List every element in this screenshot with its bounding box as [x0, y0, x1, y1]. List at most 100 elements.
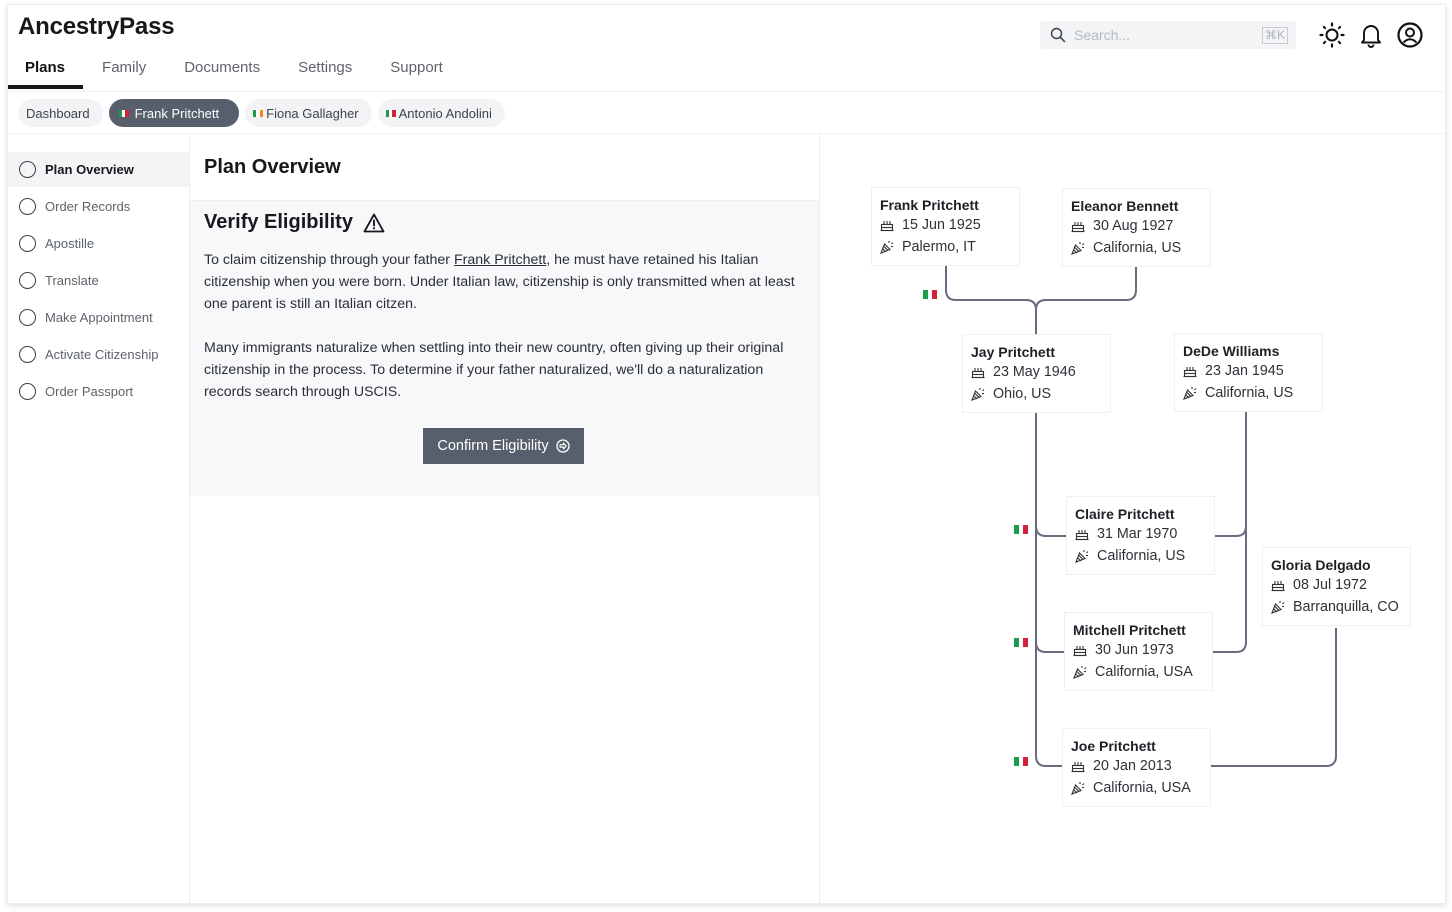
sidebar-item-translate[interactable]: Translate — [8, 263, 189, 298]
bell-icon[interactable] — [1357, 21, 1385, 49]
confirm-eligibility-button[interactable]: Confirm Eligibility — [423, 428, 584, 464]
person-card-jay-pritchett[interactable]: Jay Pritchett 23 May 1946 Ohio, US — [962, 334, 1111, 413]
person-name: Mitchell Pritchett — [1073, 622, 1186, 638]
birth-place: Barranquilla, CO — [1293, 599, 1399, 615]
person-card-eleanor-bennett[interactable]: Eleanor Bennett 30 Aug 1927 California, … — [1062, 188, 1211, 267]
breadcrumb-fiona-gallagher[interactable]: Fiona Gallagher — [245, 99, 372, 127]
connector-grandparents — [1035, 266, 1137, 311]
warning-icon — [363, 213, 385, 233]
person-card-claire-pritchett[interactable]: Claire Pritchett 31 Mar 1970 California,… — [1066, 496, 1215, 575]
tab-family[interactable]: Family — [83, 53, 165, 89]
sidebar-item-label: Activate Citizenship — [45, 347, 159, 362]
person-card-joe-pritchett[interactable]: Joe Pritchett 20 Jan 2013 California, US… — [1062, 728, 1211, 807]
sidebar-item-label: Order Passport — [45, 384, 134, 399]
sidebar-item-order-records[interactable]: Order Records — [8, 189, 189, 224]
birthday-cake-icon — [1183, 364, 1197, 378]
birth-place: California, US — [1097, 548, 1186, 564]
tab-settings[interactable]: Settings — [279, 53, 371, 89]
birth-date: 20 Jan 2013 — [1093, 758, 1172, 774]
birth-date: 30 Jun 1973 — [1095, 642, 1174, 658]
italy-flag-icon — [385, 109, 396, 117]
italy-flag-icon — [118, 109, 129, 117]
birthday-cake-icon — [1073, 643, 1087, 657]
eligibility-paragraph-1: To claim citizenship through your father… — [204, 249, 804, 315]
birth-date: 23 May 1946 — [993, 364, 1076, 380]
tab-documents[interactable]: Documents — [165, 53, 279, 89]
family-tree: Frank Pritchett 15 Jun 1925 Palermo, IT … — [820, 134, 1446, 904]
arrow-circle-right-icon — [555, 439, 570, 453]
sidebar-item-label: Order Records — [45, 199, 131, 214]
party-popper-icon — [971, 387, 985, 401]
breadcrumb-frank-pritchett[interactable]: Frank Pritchett — [108, 99, 240, 127]
sidebar-item-plan-overview[interactable]: Plan Overview — [8, 152, 189, 187]
person-card-mitchell-pritchett[interactable]: Mitchell Pritchett 30 Jun 1973 Californi… — [1064, 612, 1213, 691]
father-link[interactable]: Frank Pritchett — [454, 252, 546, 268]
birth-place: Ohio, US — [993, 386, 1052, 402]
tab-support[interactable]: Support — [371, 53, 462, 89]
birthday-cake-icon — [1071, 759, 1085, 773]
verify-eligibility-card: Verify Eligibility To claim citizenship … — [190, 200, 819, 496]
breadcrumb-label: Fiona Gallagher — [266, 105, 359, 121]
search-bar[interactable]: ⌘K — [1040, 21, 1296, 49]
birth-place: California, USA — [1095, 664, 1193, 680]
sidebar-item-label: Make Appointment — [45, 310, 153, 325]
birth-place: California, US — [1205, 385, 1294, 401]
person-name: Frank Pritchett — [880, 197, 979, 213]
sidebar-item-label: Apostille — [45, 236, 95, 251]
person-name: Gloria Delgado — [1271, 557, 1371, 573]
sidebar-item-order-passport[interactable]: Order Passport — [8, 374, 189, 409]
person-card-dede-williams[interactable]: DeDe Williams 23 Jan 1945 California, US — [1174, 333, 1323, 412]
step-circle-icon — [19, 161, 36, 178]
card-heading-text: Verify Eligibility — [204, 211, 353, 233]
birth-place: California, US — [1093, 240, 1182, 256]
sidebar-item-activate-citizenship[interactable]: Activate Citizenship — [8, 337, 189, 372]
step-circle-icon — [19, 198, 36, 215]
search-input[interactable] — [1074, 27, 1254, 43]
italy-flag-icon — [923, 290, 938, 299]
party-popper-icon — [1271, 600, 1285, 614]
connector-jay-mitchell — [1035, 641, 1064, 653]
tab-plans[interactable]: Plans — [8, 53, 84, 89]
sidebar-item-label: Translate — [45, 273, 99, 288]
birth-place: Palermo, IT — [902, 239, 976, 255]
header-divider — [8, 91, 1445, 92]
app-window: AncestryPass Plans Family Documents Sett… — [7, 4, 1446, 904]
button-label: Confirm Eligibility — [437, 438, 549, 454]
birthday-cake-icon — [971, 365, 985, 379]
birth-date: 31 Mar 1970 — [1097, 526, 1178, 542]
party-popper-icon — [1073, 665, 1087, 679]
connector-dede-children — [1215, 412, 1247, 537]
connector-dede-mitchell — [1213, 526, 1247, 653]
paragraph-text: To claim citizenship through your father — [204, 252, 454, 268]
breadcrumb-dashboard[interactable]: Dashboard — [18, 99, 103, 127]
app-title: AncestryPass — [18, 13, 175, 40]
sun-icon[interactable] — [1318, 21, 1346, 49]
main-content: Plan Overview Verify Eligibility To clai… — [190, 134, 820, 904]
person-card-gloria-delgado[interactable]: Gloria Delgado 08 Jul 1972 Barranquilla,… — [1262, 547, 1411, 626]
step-circle-icon — [19, 272, 36, 289]
breadcrumb-antonio-andolini[interactable]: Antonio Andolini — [377, 99, 505, 127]
breadcrumb-label: Dashboard — [26, 105, 90, 121]
user-circle-icon[interactable] — [1396, 21, 1424, 49]
breadcrumb-label: Frank Pritchett — [134, 105, 220, 121]
sidebar: Plan Overview Order Records Apostille Tr… — [8, 134, 190, 904]
connector-jay-children — [1035, 412, 1062, 767]
search-shortcut-hint: ⌘K — [1261, 26, 1288, 44]
person-name: Jay Pritchett — [971, 344, 1056, 360]
breadcrumb: Dashboard Frank Pritchett Fiona Gallaghe… — [18, 99, 505, 127]
italy-flag-icon — [1014, 525, 1029, 534]
sidebar-item-apostille[interactable]: Apostille — [8, 226, 189, 261]
page-title: Plan Overview — [204, 156, 341, 178]
step-circle-icon — [19, 309, 36, 326]
birthday-cake-icon — [880, 218, 894, 232]
person-card-frank-pritchett[interactable]: Frank Pritchett 15 Jun 1925 Palermo, IT — [871, 187, 1020, 266]
person-name: Joe Pritchett — [1071, 738, 1156, 754]
eligibility-paragraph-2: Many immigrants naturalize when settling… — [204, 340, 784, 400]
sidebar-item-make-appointment[interactable]: Make Appointment — [8, 300, 189, 335]
italy-flag-icon — [1014, 757, 1029, 766]
person-name: DeDe Williams — [1183, 343, 1280, 359]
step-circle-icon — [19, 383, 36, 400]
person-name: Eleanor Bennett — [1071, 198, 1179, 214]
birth-date: 23 Jan 1945 — [1205, 363, 1284, 379]
birth-place: California, USA — [1093, 780, 1191, 796]
